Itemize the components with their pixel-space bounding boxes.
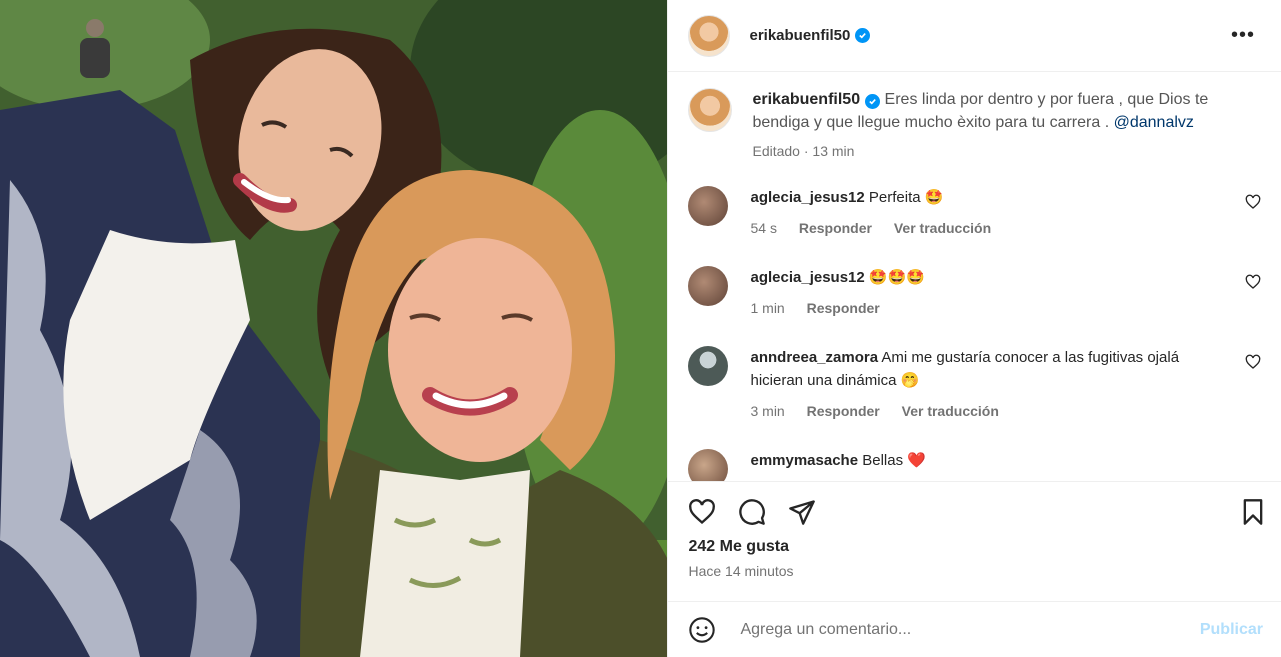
comment-text: Bellas ❤️ <box>862 452 926 469</box>
comment-time: 54 s <box>750 220 777 236</box>
comment-time: 3 min <box>750 403 785 419</box>
comment-meta: 3 min Responder Ver traducción <box>750 400 1231 423</box>
translate-button[interactable]: Ver traducción <box>902 403 999 419</box>
publish-button[interactable]: Publicar <box>1200 621 1263 639</box>
comment-body: anndreea_zamora Ami me gustaría conocer … <box>750 346 1261 423</box>
comments-list[interactable]: erikabuenfil50 Eres linda por dentro y p… <box>668 72 1281 481</box>
reply-button[interactable]: Responder <box>807 403 880 419</box>
bookmark-icon[interactable] <box>1239 498 1267 526</box>
caption-username[interactable]: erikabuenfil50 <box>752 91 860 108</box>
like-comment-heart-icon[interactable] <box>1245 274 1261 290</box>
heart-icon[interactable] <box>688 498 716 526</box>
comment-item: aglecia_jesus12 Perfeita 🤩 54 s Responde… <box>688 186 1261 240</box>
likes-count[interactable]: 242 Me gusta <box>688 538 1261 556</box>
caption-mention[interactable]: @dannalvz <box>1114 114 1194 131</box>
comment-username[interactable]: emmymasache <box>750 452 858 469</box>
commenter-avatar[interactable] <box>688 266 729 306</box>
emoji-icon[interactable] <box>688 616 716 644</box>
comment-meta: 54 s Responder Ver traducción <box>750 217 1231 240</box>
post-header: erikabuenfil50 ••• <box>668 0 1281 72</box>
comment-item: anndreea_zamora Ami me gustaría conocer … <box>688 346 1261 423</box>
reply-button[interactable]: Responder <box>799 220 872 236</box>
caption-body: erikabuenfil50 Eres linda por dentro y p… <box>752 88 1261 163</box>
post-dialog: erikabuenfil50 ••• erikabuenfil50 Eres l… <box>0 0 1281 657</box>
post-actions-bar <box>668 481 1281 541</box>
likes-section: 242 Me gusta Hace 14 minutos <box>668 538 1281 601</box>
comment-body: aglecia_jesus12 Perfeita 🤩 54 s Responde… <box>750 186 1261 240</box>
comment-meta: 1 min Responder <box>750 297 1231 320</box>
reply-button[interactable]: Responder <box>807 300 880 316</box>
commenter-avatar[interactable] <box>688 449 729 481</box>
commenter-avatar[interactable] <box>688 346 729 386</box>
comment-input[interactable] <box>738 619 1200 640</box>
like-comment-heart-icon[interactable] <box>1245 354 1261 370</box>
author-avatar[interactable] <box>688 88 733 132</box>
comment-text: Perfeita 🤩 <box>868 189 944 206</box>
send-icon[interactable] <box>788 498 816 526</box>
comment-username[interactable]: aglecia_jesus12 <box>750 189 864 206</box>
caption-meta: Editado · 13 min <box>752 143 855 159</box>
post-photo[interactable] <box>0 0 668 657</box>
selfie-photo-illustration <box>0 0 668 657</box>
comment-body: emmymasache Bellas ❤️ <box>750 449 1261 481</box>
author-username[interactable]: erikabuenfil50 <box>749 27 850 44</box>
translate-button[interactable]: Ver traducción <box>894 220 991 236</box>
comment-item: aglecia_jesus12 🤩🤩🤩 1 min Responder <box>688 266 1261 320</box>
comment-composer: Publicar <box>668 601 1281 657</box>
comment-icon[interactable] <box>738 498 766 526</box>
comment-item: emmymasache Bellas ❤️ <box>688 449 1261 481</box>
comment-time: 1 min <box>750 300 785 316</box>
comment-username[interactable]: anndreea_zamora <box>750 349 878 366</box>
post-sidebar: erikabuenfil50 ••• erikabuenfil50 Eres l… <box>667 0 1281 657</box>
verified-badge-icon <box>865 94 881 109</box>
comment-username[interactable]: aglecia_jesus12 <box>750 269 864 286</box>
like-comment-heart-icon[interactable] <box>1245 194 1261 210</box>
more-options-icon[interactable]: ••• <box>1225 24 1261 47</box>
author-avatar[interactable] <box>688 14 731 57</box>
caption: erikabuenfil50 Eres linda por dentro y p… <box>688 88 1261 163</box>
comment-text: 🤩🤩🤩 <box>868 269 925 286</box>
comment-body: aglecia_jesus12 🤩🤩🤩 1 min Responder <box>750 266 1261 320</box>
post-timestamp: Hace 14 minutos <box>688 563 794 579</box>
commenter-avatar[interactable] <box>688 186 729 226</box>
verified-badge-icon <box>855 28 871 43</box>
